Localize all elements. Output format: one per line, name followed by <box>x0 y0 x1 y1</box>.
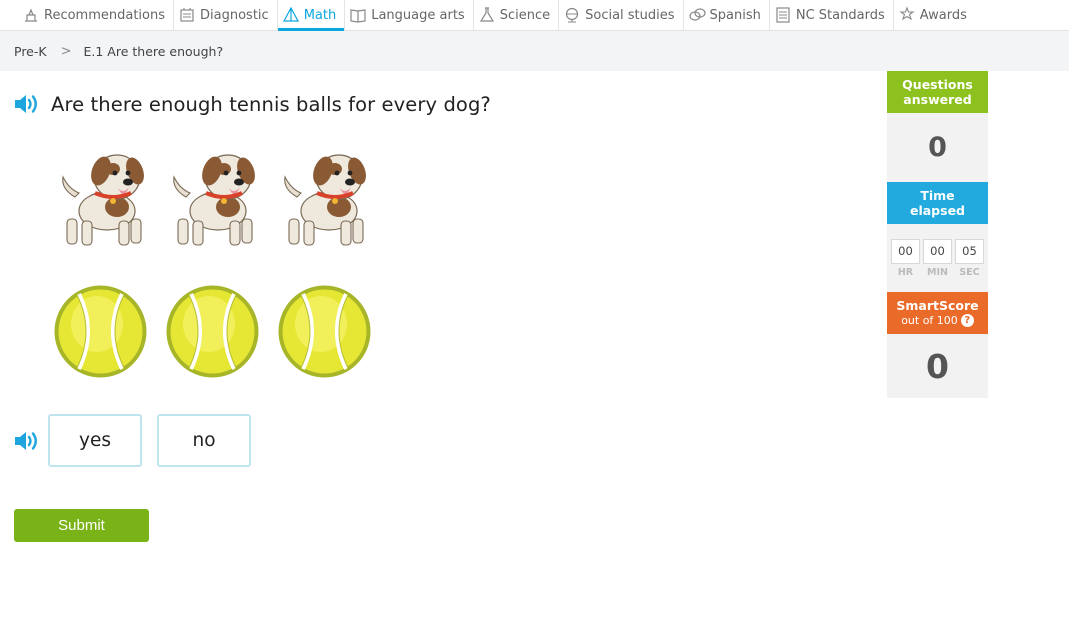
speaker-icon[interactable] <box>14 92 41 116</box>
nav-spanish[interactable]: Spanish <box>682 0 769 30</box>
progress-sidebar: Questions answered 0 Time elapsed 00 00 … <box>887 71 988 398</box>
answer-yes-button[interactable]: yes <box>48 414 142 467</box>
timer-hours-label: HR <box>897 266 914 278</box>
questions-answered-label-line2: answered <box>903 92 972 107</box>
nav-awards[interactable]: Awards <box>892 0 975 30</box>
nav-language-arts[interactable]: Language arts <box>344 0 472 30</box>
smartscore-header: SmartScore out of 100 ? <box>887 292 988 334</box>
nav-label: Awards <box>919 7 967 23</box>
question-row: Are there enough tennis balls for every … <box>14 92 491 116</box>
time-elapsed-label-line1: Time <box>920 188 955 203</box>
dog-image <box>284 154 366 246</box>
timer-minutes-label: MIN <box>927 266 948 278</box>
questions-answered-label-line1: Questions <box>902 77 973 92</box>
questions-answered-value: 0 <box>887 113 988 182</box>
tennis-ball-image <box>278 285 371 378</box>
spanish-icon <box>688 8 706 21</box>
nav-social-studies[interactable]: Social studies <box>558 0 682 30</box>
nav-diagnostic[interactable]: Diagnostic <box>173 0 277 30</box>
smartscore-label: SmartScore <box>896 298 979 313</box>
breadcrumb-skill: E.1 Are there enough? <box>83 43 224 59</box>
breadcrumb-separator: > <box>60 43 72 59</box>
language-arts-icon <box>350 9 366 23</box>
tennis-ball-image <box>166 285 259 378</box>
nav-label: Spanish <box>709 7 761 23</box>
timer-seconds: 05 <box>955 238 984 264</box>
nav-nc-standards[interactable]: NC Standards <box>768 0 893 30</box>
nav-recommendations[interactable]: Recommendations <box>18 0 173 30</box>
dog-image <box>62 154 144 246</box>
answer-no-button[interactable]: no <box>157 414 251 467</box>
science-icon <box>479 7 494 22</box>
submit-button[interactable]: Submit <box>14 509 149 542</box>
timer-minutes: 00 <box>923 238 952 264</box>
breadcrumb: Pre-K > E.1 Are there enough? <box>0 31 1069 71</box>
recommendations-icon <box>25 8 37 22</box>
answer-choices: yes no <box>14 414 266 467</box>
standards-icon <box>776 7 790 23</box>
nav-label: Diagnostic <box>200 7 269 23</box>
tennis-ball-image <box>54 285 147 378</box>
math-icon <box>282 6 299 22</box>
nav-math[interactable]: Math <box>276 0 345 31</box>
dog-image <box>173 154 255 246</box>
nav-science[interactable]: Science <box>472 0 558 30</box>
help-icon[interactable]: ? <box>960 314 974 327</box>
breadcrumb-level[interactable]: Pre-K <box>14 44 47 59</box>
nav-label: Social studies <box>585 7 675 23</box>
smartscore-subtitle: out of 100 ? <box>901 313 974 328</box>
time-elapsed-header[interactable]: Time elapsed <box>887 182 988 224</box>
nav-label: Language arts <box>371 7 465 23</box>
speaker-icon[interactable] <box>14 429 41 453</box>
dogs-group <box>55 149 368 249</box>
smartscore-sub-label: out of 100 <box>901 314 958 327</box>
question-text: Are there enough tennis balls for every … <box>51 92 491 116</box>
diagnostic-icon <box>180 8 194 22</box>
smartscore-value: 0 <box>887 334 988 398</box>
time-elapsed-label-line2: elapsed <box>909 203 965 218</box>
timer-hours: 00 <box>891 238 920 264</box>
subject-nav: Recommendations Diagnostic Math Language… <box>0 0 1069 31</box>
nav-label: Science <box>499 7 551 23</box>
social-studies-icon <box>566 7 579 23</box>
nav-label: Math <box>303 7 337 23</box>
awards-icon <box>899 6 915 21</box>
nav-label: NC Standards <box>795 7 885 23</box>
timer-seconds-label: SEC <box>959 266 980 278</box>
timer: 00 00 05 HR MIN SEC <box>887 224 988 292</box>
tennis-balls-group <box>53 284 372 379</box>
questions-answered-header: Questions answered <box>887 71 988 113</box>
nav-label: Recommendations <box>44 7 166 23</box>
